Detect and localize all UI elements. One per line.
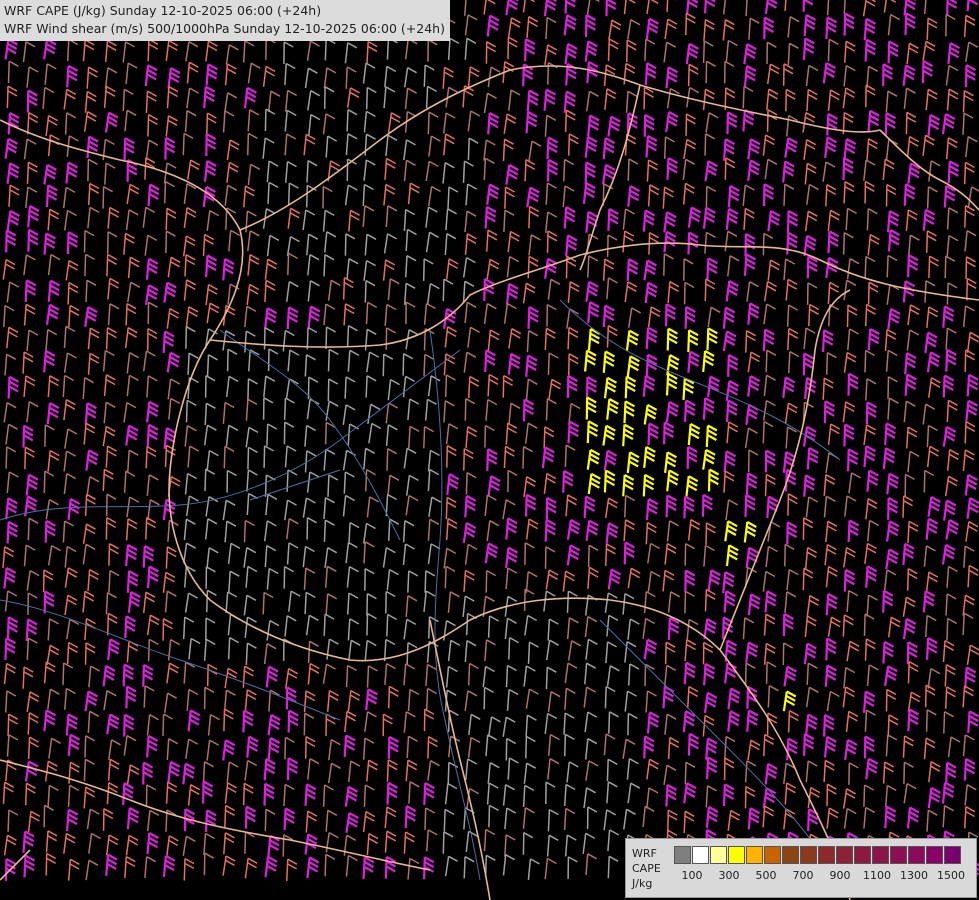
legend-label-variable: CAPE — [632, 862, 661, 875]
legend-swatch — [746, 846, 763, 864]
legend-tick-label: 1300 — [900, 869, 928, 882]
cape-legend: WRF CAPE J/kg 100 300 500 700 900 1100 1300 150… — [625, 838, 977, 898]
legend-label-unit: J/kg — [632, 877, 653, 890]
legend-swatch — [926, 846, 943, 864]
legend-tick-label: 1500 — [937, 869, 965, 882]
map-canvas — [0, 0, 979, 900]
legend-swatch — [674, 846, 691, 864]
legend-tick-label: 700 — [792, 869, 814, 882]
legend-tick-labels: 100 300 500 700 900 1100 1300 1500 — [674, 869, 974, 885]
legend-swatch — [908, 846, 925, 864]
legend-swatch — [818, 846, 835, 864]
legend-swatch — [836, 846, 853, 864]
map-title-box: WRF CAPE (J/kg) Sunday 12-10-2025 06:00 … — [0, 0, 450, 41]
legend-swatch — [710, 846, 727, 864]
legend-swatch — [872, 846, 889, 864]
legend-swatch — [890, 846, 907, 864]
legend-tick-label: 300 — [718, 869, 740, 882]
legend-swatch — [782, 846, 799, 864]
legend-label-model: WRF — [632, 847, 657, 860]
legend-tick-label: 900 — [829, 869, 851, 882]
map-title-shear: WRF Wind shear (m/s) 500/1000hPa Sunday … — [4, 21, 445, 36]
legend-swatch — [854, 846, 871, 864]
legend-color-scale — [674, 846, 962, 864]
legend-swatch — [800, 846, 817, 864]
legend-tick-label: 500 — [755, 869, 777, 882]
legend-tick-label: 1100 — [863, 869, 891, 882]
map-title-cape: WRF CAPE (J/kg) Sunday 12-10-2025 06:00 … — [4, 3, 322, 18]
legend-swatch — [764, 846, 781, 864]
legend-swatch — [692, 846, 709, 864]
legend-swatch — [728, 846, 745, 864]
legend-tick-label: 100 — [681, 869, 703, 882]
legend-swatch — [944, 846, 961, 864]
